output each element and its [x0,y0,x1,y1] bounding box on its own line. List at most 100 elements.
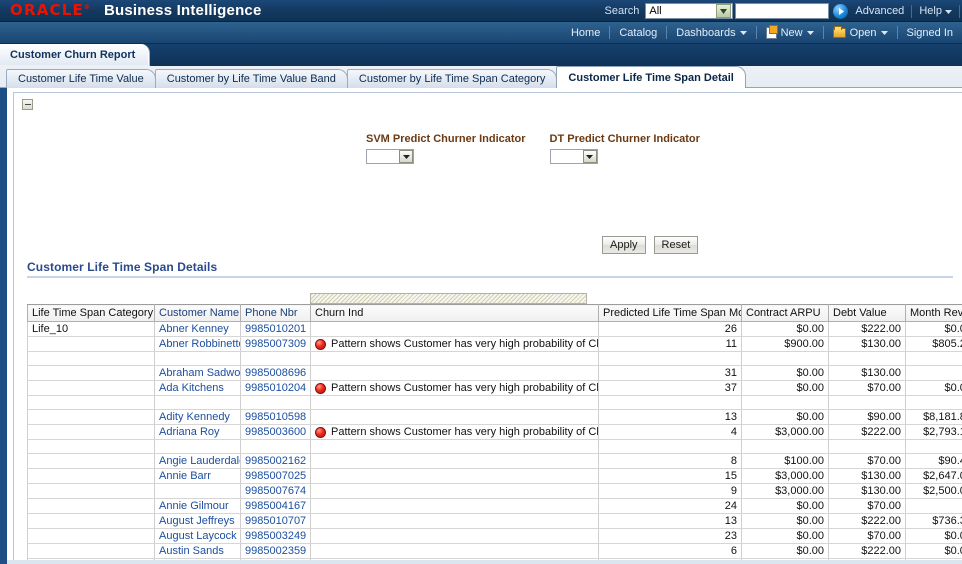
oracle-logo-text: ORACLE [10,1,84,19]
col-contract-arpu[interactable]: Contract ARPU [741,304,829,322]
search-scope-select[interactable]: All [645,3,734,19]
cell-churn-ind [310,543,599,559]
tab-customer-by-life-time-value-band[interactable]: Customer by Life Time Value Band [154,69,348,88]
table-row[interactable]: Angie Lauderdale 9985002162 8 $100.00 $70.00… [27,453,962,469]
tab-customer-by-life-time-span-category[interactable]: Customer by Life Time Span Category [346,69,558,88]
table-row-spacer [27,351,962,366]
cell-customer-name[interactable]: Abner Kenney [154,321,241,337]
cell-customer-name[interactable]: Annie Barr [154,468,241,484]
cell-month-revenue: $8,181.82 [905,409,962,425]
cell-customer-name[interactable]: Angie Lauderdale [154,453,241,469]
col-churn-ind[interactable]: Churn Ind [310,304,599,322]
cell-phone-nbr[interactable]: 9985007674 [240,483,311,499]
tab-customer-life-time-value[interactable]: Customer Life Time Value [6,69,156,88]
chevron-down-icon[interactable] [582,150,597,163]
chevron-down-icon[interactable] [399,150,413,163]
cell-customer-name[interactable] [154,483,241,499]
cell-customer-name[interactable]: Annie Gilmour [154,498,241,514]
table-row[interactable]: August Jeffreys 9985010707 13 $0.00 $222.00 $… [27,513,962,529]
cell-phone-nbr[interactable]: 9985004167 [240,498,311,514]
nav-open[interactable]: Open [824,25,897,39]
col-customer-name[interactable]: Customer Name [154,304,241,322]
spacer-cell [240,439,311,454]
cell-phone-nbr[interactable]: 9985002359 [240,543,311,559]
search-input[interactable] [735,3,830,19]
search-go-icon[interactable] [833,3,849,19]
table-row[interactable]: Austin Sands99850023596$0.00$222.00$0.00 [27,543,962,559]
reset-button[interactable]: Reset [653,236,699,254]
cell-phone-nbr[interactable]: 9985007025 [240,468,311,484]
spacer-cell [240,351,311,366]
dt-predict-churner-select[interactable] [549,149,598,164]
chevron-down-icon [945,10,952,14]
apply-button[interactable]: Apply [602,236,646,254]
cell-phone-nbr[interactable]: 9985008696 [240,365,311,381]
cell-phone-nbr[interactable]: 9985010598 [240,409,311,425]
col-debt-value[interactable]: Debt Value [828,304,906,322]
table-row[interactable]: Annie Gilmour 9985004167 24 $0.00 $70.00 [27,498,962,514]
nav-home[interactable]: Home [562,27,609,39]
cell-debt-value: $70.00 [828,453,906,469]
divider [959,4,960,18]
cell-debt-value: $130.00 [828,483,906,499]
col-month-revenue[interactable]: Month Revenue [905,304,962,322]
cell-predicted-life-time-span-months: 23 [598,528,742,544]
spacer-cell [310,351,599,366]
cell-phone-nbr[interactable]: 9985002162 [240,453,311,469]
table-row[interactable]: Abraham Sadworth9985008696 31$0.00$130.00 [27,365,962,381]
nav-dashboards[interactable]: Dashboards [667,27,755,39]
cell-customer-name[interactable]: Abner Robbinette [154,336,241,352]
table-row[interactable]: August Laycock 9985003249 23 $0.00 $70.00 $0.… [27,528,962,544]
spacer-cell [828,395,906,410]
cell-phone-nbr[interactable]: 9985010204 [240,380,311,396]
cell-life-time-span-category [27,543,155,559]
cell-phone-nbr[interactable]: 9985003600 [240,424,311,440]
red-alert-ball-icon [315,383,326,394]
tab-customer-life-time-span-detail[interactable]: Customer Life Time Span Detail [556,66,746,88]
cell-phone-nbr[interactable]: 9985010201 [240,321,311,337]
cell-customer-name[interactable]: Abraham Sadworth [154,365,241,381]
cell-predicted-life-time-span-months: 6 [598,543,742,559]
table-row[interactable]: Adriana Roy 9985003600 Pattern shows Custo… [27,424,962,440]
report-table-body: Life_10 Abner Kenney 9985010201 26 $0.00 $222… [27,321,962,564]
help-menu[interactable]: Help [912,5,959,17]
cell-customer-name[interactable]: August Laycock [154,528,241,544]
cell-predicted-life-time-span-months: 37 [598,380,742,396]
cell-customer-name[interactable]: Austin Sands [154,543,241,559]
nav-signed-in[interactable]: Signed In [898,27,962,39]
cell-predicted-life-time-span-months: 24 [598,498,742,514]
churn-indicator: Pattern shows Customer has very high pro… [315,382,598,394]
spacer-cell [905,439,962,454]
nav-catalog[interactable]: Catalog [610,27,666,39]
churn-indicator: Pattern shows Customer has very high pro… [315,338,598,350]
table-row[interactable]: Adity Kennedy 9985010598 13 $0.00 $90.00 $8,1… [27,409,962,425]
cell-phone-nbr[interactable]: 9985007309 [240,336,311,352]
table-row[interactable]: 9985007674 9$3,000.00$130.00$2,500.00 [27,483,962,499]
cell-customer-name[interactable]: Ada Kitchens [154,380,241,396]
cell-phone-nbr[interactable]: 9985010707 [240,513,311,529]
cell-customer-name[interactable]: August Jeffreys [154,513,241,529]
svm-predict-churner-select[interactable] [366,149,414,164]
col-phone-nbr[interactable]: Phone Nbr [240,304,311,322]
spacer-cell [27,439,155,454]
prompt-label: SVM Predict Churner Indicator [366,133,526,145]
nav-new[interactable]: New [757,24,823,39]
cell-customer-name[interactable]: Adriana Roy [154,424,241,440]
collapse-section-icon[interactable] [22,99,33,110]
table-row[interactable]: Life_10 Abner Kenney 9985010201 26 $0.00 $222… [27,321,962,337]
cell-customer-name[interactable]: Adity Kennedy [154,409,241,425]
table-column-handle[interactable] [310,293,587,304]
report-title: Customer Life Time Span Details [27,260,218,274]
table-row[interactable]: Annie Barr 9985007025 15 $3,000.00 $130.00 $2… [27,468,962,484]
nav-open-label: Open [849,26,877,39]
advanced-link[interactable]: Advanced [848,5,911,17]
cell-contract-arpu: $100.00 [741,453,829,469]
table-row[interactable]: Ada Kitchens 9985010204 Pattern shows Cust… [27,380,962,396]
cell-phone-nbr[interactable]: 9985003249 [240,528,311,544]
spacer-cell [154,351,241,366]
col-life-time-span-category[interactable]: Life Time Span Category [27,304,155,322]
chevron-down-icon[interactable] [716,4,732,18]
col-predicted-life-time-span-months[interactable]: Predicted Life Time Span Months [598,304,742,322]
table-row[interactable]: Abner Robbinette 9985007309 Pattern shows … [27,336,962,352]
cell-contract-arpu: $0.00 [741,321,829,337]
